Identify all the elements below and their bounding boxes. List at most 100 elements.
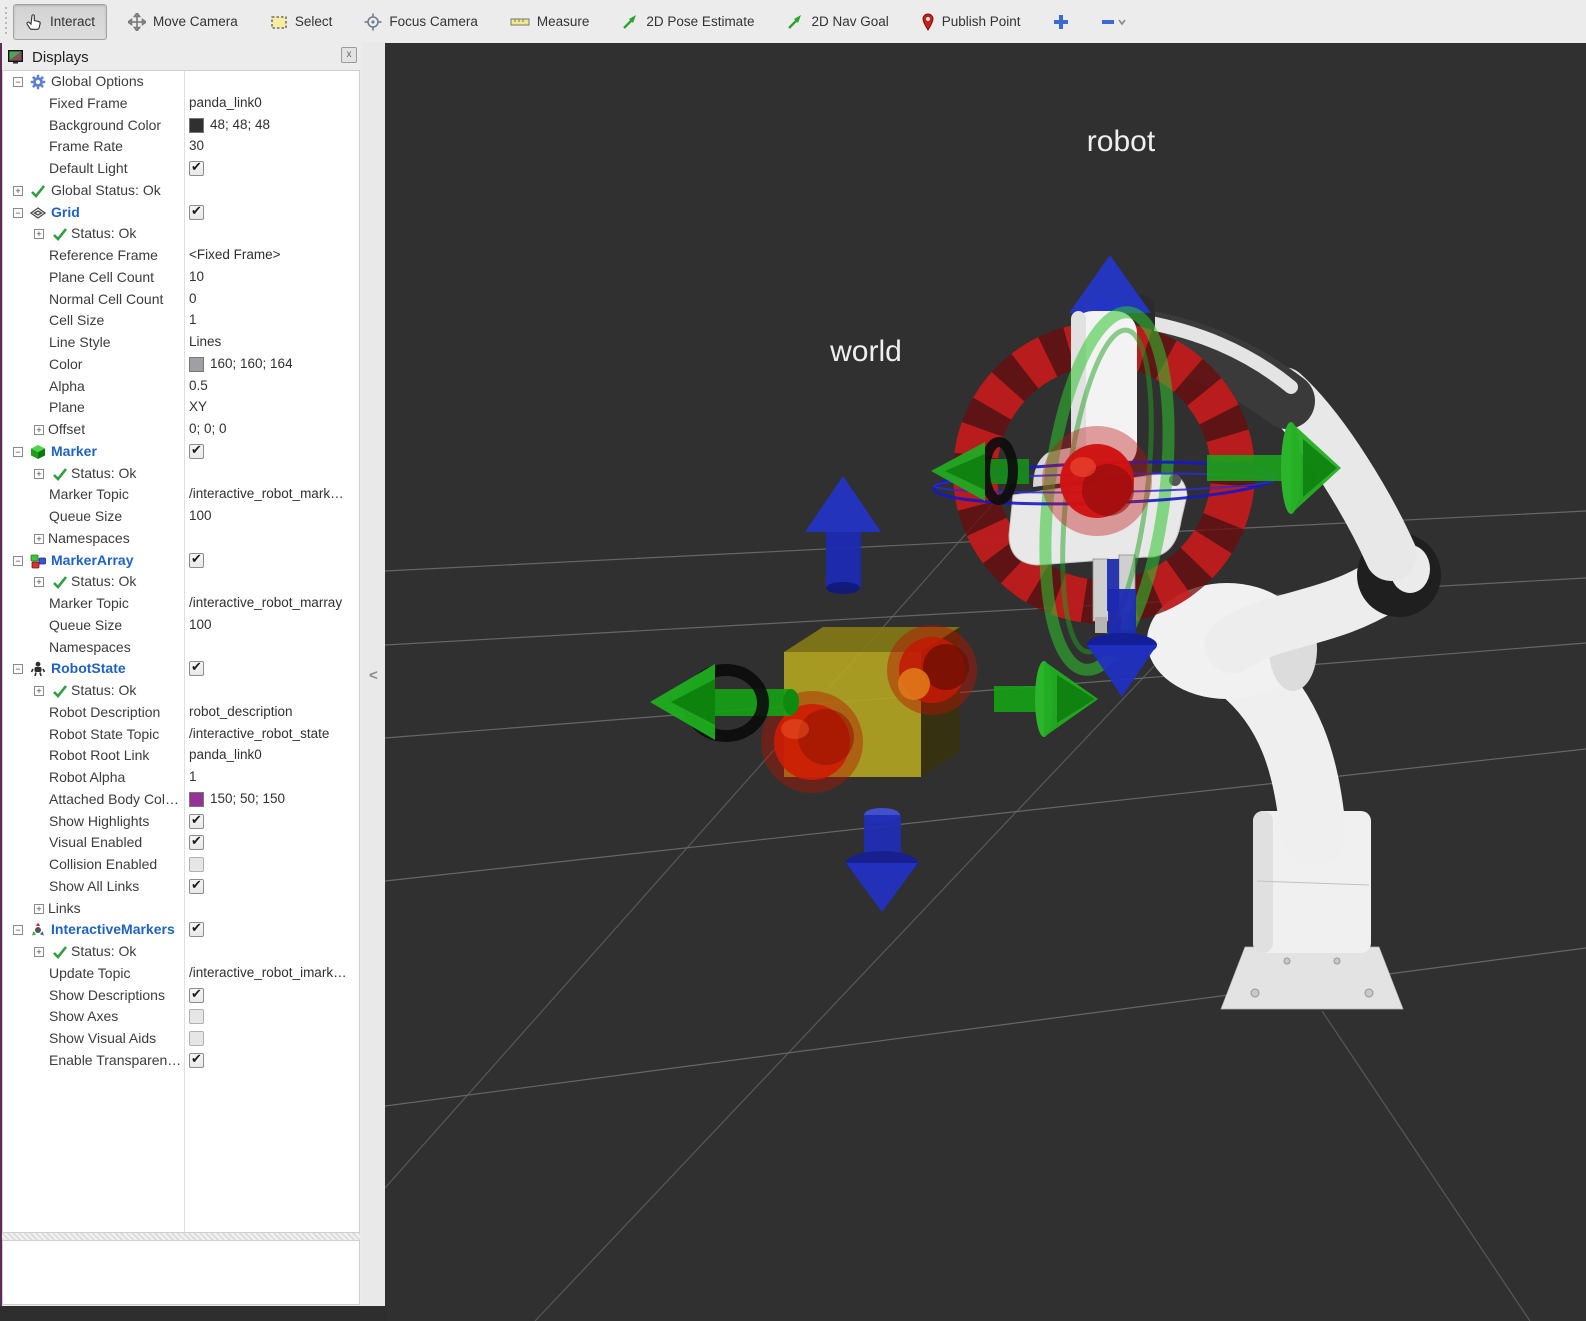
checkbox-unchecked[interactable]: [189, 1031, 204, 1046]
collapse-box-icon[interactable]: −: [13, 925, 23, 935]
tree-row-queue-size[interactable]: Queue Size100: [3, 615, 359, 637]
property-value[interactable]: /interactive_robot_state: [189, 726, 329, 741]
tool-add-tool[interactable]: [1042, 5, 1080, 39]
tree-row-status-ok[interactable]: +Status: Ok: [3, 941, 359, 963]
tree-row-global-status-ok[interactable]: +Global Status: Ok: [3, 180, 359, 202]
expand-box-icon[interactable]: +: [34, 534, 44, 544]
tree-row-update-topic[interactable]: Update Topic/interactive_robot_imark…: [3, 963, 359, 985]
color-value[interactable]: 160; 160; 164: [210, 356, 293, 371]
color-value[interactable]: 150; 50; 150: [210, 791, 285, 806]
expand-box-icon[interactable]: +: [34, 469, 44, 479]
expand-box-icon[interactable]: +: [34, 904, 44, 914]
tree-row-show-all-links[interactable]: Show All Links: [3, 876, 359, 898]
tree-row-background-color[interactable]: Background Color48; 48; 48: [3, 115, 359, 137]
property-value[interactable]: 0; 0; 0: [189, 421, 227, 436]
tree-row-marker-topic[interactable]: Marker Topic/interactive_robot_marray: [3, 593, 359, 615]
checkbox-unchecked[interactable]: [189, 1009, 204, 1024]
tool-select[interactable]: Select: [259, 5, 344, 39]
tree-row-plane-cell-count[interactable]: Plane Cell Count10: [3, 267, 359, 289]
color-swatch[interactable]: [189, 792, 204, 807]
tool-pose-estimate[interactable]: 2D Pose Estimate: [610, 5, 765, 39]
tree-row-global-options[interactable]: −Global Options: [3, 71, 359, 93]
color-swatch[interactable]: [189, 357, 204, 372]
property-value[interactable]: 1: [189, 312, 197, 327]
toolbar-drag-handle[interactable]: [3, 7, 9, 37]
tree-row-status-ok[interactable]: +Status: Ok: [3, 680, 359, 702]
collapse-box-icon[interactable]: −: [13, 77, 23, 87]
property-value[interactable]: <Fixed Frame>: [189, 247, 281, 262]
collapse-box-icon[interactable]: −: [13, 664, 23, 674]
checkbox-checked[interactable]: [189, 553, 204, 568]
tree-row-robotstate[interactable]: −RobotState: [3, 658, 359, 680]
expand-box-icon[interactable]: +: [34, 229, 44, 239]
tree-row-links[interactable]: +Links: [3, 898, 359, 920]
tree-row-normal-cell-count[interactable]: Normal Cell Count0: [3, 289, 359, 311]
tree-row-fixed-frame[interactable]: Fixed Framepanda_link0: [3, 93, 359, 115]
expand-box-icon[interactable]: +: [34, 425, 44, 435]
panel-splitter[interactable]: [2, 1233, 360, 1240]
checkbox-checked[interactable]: [189, 661, 204, 676]
tree-row-grid[interactable]: −Grid: [3, 202, 359, 224]
property-value[interactable]: robot_description: [189, 704, 293, 719]
displays-panel-header[interactable]: Displays: [2, 45, 360, 69]
tree-row-status-ok[interactable]: +Status: Ok: [3, 463, 359, 485]
property-value[interactable]: XY: [189, 399, 207, 414]
tree-row-default-light[interactable]: Default Light: [3, 158, 359, 180]
tree-row-marker[interactable]: −Marker: [3, 441, 359, 463]
tree-row-status-ok[interactable]: +Status: Ok: [3, 223, 359, 245]
tree-row-frame-rate[interactable]: Frame Rate30: [3, 136, 359, 158]
tool-move-camera[interactable]: Move Camera: [117, 5, 249, 39]
tool-measure[interactable]: Measure: [499, 5, 601, 39]
property-value[interactable]: 0.5: [189, 378, 208, 393]
property-value[interactable]: panda_link0: [189, 747, 262, 762]
expand-box-icon[interactable]: +: [34, 577, 44, 587]
panel-close-button[interactable]: x: [341, 47, 357, 63]
tree-row-collision-enabled[interactable]: Collision Enabled: [3, 854, 359, 876]
tree-row-namespaces[interactable]: Namespaces: [3, 637, 359, 659]
tree-row-reference-frame[interactable]: Reference Frame<Fixed Frame>: [3, 245, 359, 267]
property-value[interactable]: 30: [189, 138, 204, 153]
checkbox-checked[interactable]: [189, 161, 204, 176]
property-value[interactable]: 10: [189, 269, 204, 284]
checkbox-unchecked[interactable]: [189, 857, 204, 872]
tree-row-queue-size[interactable]: Queue Size100: [3, 506, 359, 528]
center-sphere-red[interactable]: [1042, 426, 1152, 536]
color-value[interactable]: 48; 48; 48: [210, 117, 270, 132]
tree-row-alpha[interactable]: Alpha0.5: [3, 376, 359, 398]
tree-row-marker-topic[interactable]: Marker Topic/interactive_robot_mark…: [3, 484, 359, 506]
expand-box-icon[interactable]: +: [34, 686, 44, 696]
checkbox-checked[interactable]: [189, 1053, 204, 1068]
tree-row-cell-size[interactable]: Cell Size1: [3, 310, 359, 332]
expand-box-icon[interactable]: +: [13, 186, 23, 196]
collapse-panel-chevron-icon[interactable]: <: [369, 667, 378, 684]
tree-row-enable-transparen[interactable]: Enable Transparen…: [3, 1050, 359, 1072]
tree-row-line-style[interactable]: Line StyleLines: [3, 332, 359, 354]
property-value[interactable]: /interactive_robot_mark…: [189, 486, 344, 501]
render-viewport[interactable]: robot world: [385, 43, 1586, 1321]
property-value[interactable]: /interactive_robot_imark…: [189, 965, 347, 980]
tree-row-show-axes[interactable]: Show Axes: [3, 1006, 359, 1028]
tree-row-robot-root-link[interactable]: Robot Root Linkpanda_link0: [3, 745, 359, 767]
tree-row-status-ok[interactable]: +Status: Ok: [3, 571, 359, 593]
property-value[interactable]: panda_link0: [189, 95, 262, 110]
grasp-sphere-right[interactable]: [887, 625, 977, 715]
checkbox-checked[interactable]: [189, 835, 204, 850]
checkbox-checked[interactable]: [189, 444, 204, 459]
tree-row-color[interactable]: Color160; 160; 164: [3, 354, 359, 376]
collapse-box-icon[interactable]: −: [13, 556, 23, 566]
tree-row-namespaces[interactable]: +Namespaces: [3, 528, 359, 550]
collapse-box-icon[interactable]: −: [13, 208, 23, 218]
tree-row-robot-state-topic[interactable]: Robot State Topic/interactive_robot_stat…: [3, 724, 359, 746]
tree-row-visual-enabled[interactable]: Visual Enabled: [3, 832, 359, 854]
tree-row-markerarray[interactable]: −MarkerArray: [3, 550, 359, 572]
tree-row-show-highlights[interactable]: Show Highlights: [3, 811, 359, 833]
tree-row-robot-description[interactable]: Robot Descriptionrobot_description: [3, 702, 359, 724]
tree-row-plane[interactable]: PlaneXY: [3, 397, 359, 419]
checkbox-checked[interactable]: [189, 879, 204, 894]
tree-row-attached-body-col[interactable]: Attached Body Col…150; 50; 150: [3, 789, 359, 811]
property-value[interactable]: Lines: [189, 334, 221, 349]
tool-remove-tool[interactable]: [1090, 5, 1138, 39]
panel-resize-gutter[interactable]: <: [362, 43, 385, 1321]
property-value[interactable]: 1: [189, 769, 197, 784]
tree-row-offset[interactable]: +Offset0; 0; 0: [3, 419, 359, 441]
